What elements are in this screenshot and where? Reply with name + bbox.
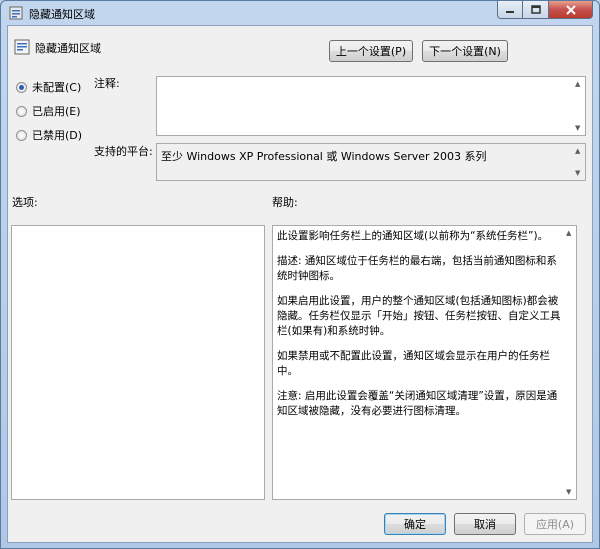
radio-dot[interactable] xyxy=(16,129,27,141)
platform-label: 支持的平台: xyxy=(94,145,153,158)
platform-value: 至少 Windows XP Professional 或 Windows Ser… xyxy=(161,150,487,163)
platform-scrollbar[interactable]: ▲ ▼ xyxy=(571,144,585,180)
close-icon xyxy=(565,4,576,15)
scroll-down-icon[interactable]: ▼ xyxy=(575,169,580,177)
setting-icon xyxy=(14,39,30,55)
help-text: 此设置影响任务栏上的通知区域(以前称为“系统任务栏”)。 描述: 通知区域位于任… xyxy=(277,229,563,429)
previous-setting-button[interactable]: 上一个设置(P) xyxy=(329,40,413,62)
radio-label: 已禁用(D) xyxy=(32,129,83,142)
help-paragraph: 注意: 启用此设置会覆盖“关闭通知区域清理”设置，原因是通知区域被隐藏，没有必要… xyxy=(277,390,558,417)
help-paragraph: 如果启用此设置，用户的整个通知区域(包括通知图标)都会被隐藏。任务栏仅显示「开始… xyxy=(277,295,561,337)
radio-dot[interactable] xyxy=(16,105,27,117)
help-label: 帮助: xyxy=(272,196,298,209)
close-button[interactable] xyxy=(549,1,593,19)
policy-icon xyxy=(9,6,23,20)
help-panel: 此设置影响任务栏上的通知区域(以前称为“系统任务栏”)。 描述: 通知区域位于任… xyxy=(272,225,577,500)
platform-field: 至少 Windows XP Professional 或 Windows Ser… xyxy=(156,143,586,181)
scroll-up-icon[interactable]: ▲ xyxy=(575,147,580,155)
minimize-button[interactable] xyxy=(497,1,523,19)
caption-buttons xyxy=(497,1,593,19)
setting-title: 隐藏通知区域 xyxy=(35,42,101,55)
radio-disabled[interactable]: 已禁用(D) xyxy=(16,127,82,143)
next-setting-button[interactable]: 下一个设置(N) xyxy=(422,40,508,62)
options-label: 选项: xyxy=(12,196,38,209)
title-bar[interactable]: 隐藏通知区域 xyxy=(1,1,599,25)
comment-textarea[interactable]: ▲ ▼ xyxy=(156,76,586,136)
apply-button[interactable]: 应用(A) xyxy=(524,513,586,535)
policy-window: 隐藏通知区域 隐藏通知区域 上一个设置(P) 下一个设置(N) 未配置(C) 已… xyxy=(0,0,600,549)
help-paragraph: 描述: 通知区域位于任务栏的最右端，包括当前通知图标和系统时钟图标。 xyxy=(277,255,557,282)
dialog-client: 隐藏通知区域 上一个设置(P) 下一个设置(N) 未配置(C) 已启用(E) 已… xyxy=(7,25,593,543)
help-paragraph: 此设置影响任务栏上的通知区域(以前称为“系统任务栏”)。 xyxy=(277,230,549,242)
radio-label: 已启用(E) xyxy=(32,105,81,118)
help-scrollbar[interactable]: ▲ ▼ xyxy=(562,226,576,499)
ok-button[interactable]: 确定 xyxy=(384,513,446,535)
scroll-down-icon[interactable]: ▼ xyxy=(575,124,580,132)
help-paragraph: 如果禁用或不配置此设置，通知区域会显示在用户的任务栏中。 xyxy=(277,350,550,377)
maximize-button[interactable] xyxy=(523,1,549,19)
window-title: 隐藏通知区域 xyxy=(29,8,95,21)
cancel-button[interactable]: 取消 xyxy=(454,513,516,535)
comment-label: 注释: xyxy=(94,77,120,90)
comment-scrollbar[interactable]: ▲ ▼ xyxy=(571,77,585,135)
radio-not-configured[interactable]: 未配置(C) xyxy=(16,79,81,95)
minimize-icon xyxy=(506,10,514,13)
scroll-up-icon[interactable]: ▲ xyxy=(566,229,571,237)
scroll-up-icon[interactable]: ▲ xyxy=(575,80,580,88)
radio-label: 未配置(C) xyxy=(32,81,82,94)
options-panel xyxy=(11,225,265,500)
scroll-down-icon[interactable]: ▼ xyxy=(566,488,571,496)
maximize-icon xyxy=(530,5,541,14)
radio-enabled[interactable]: 已启用(E) xyxy=(16,103,81,119)
radio-dot-checked[interactable] xyxy=(16,81,27,93)
